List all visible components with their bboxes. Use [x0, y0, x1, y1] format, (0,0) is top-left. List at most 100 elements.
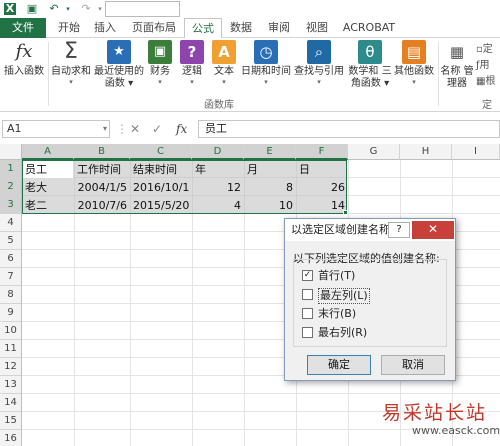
- right-column-label: 最右列(R): [318, 326, 368, 339]
- cell-e2[interactable]: 8: [245, 179, 295, 196]
- create-from-selection-item[interactable]: ▦根: [476, 74, 495, 90]
- financial-label: 财务: [150, 66, 170, 77]
- tab-review[interactable]: 审阅: [262, 18, 296, 38]
- tab-formulas[interactable]: 公式: [184, 18, 222, 39]
- cell-d1[interactable]: 年: [193, 161, 243, 178]
- text-button[interactable]: A 文本 ▾: [210, 40, 238, 87]
- chevron-down-icon: ▾: [264, 78, 268, 86]
- formula-input[interactable]: 员工: [198, 120, 500, 138]
- enter-icon[interactable]: ✓: [152, 120, 162, 138]
- lookup-reference-button[interactable]: ⌕ 查找与引用 ▾: [292, 40, 346, 87]
- checkbox-box[interactable]: [302, 308, 313, 319]
- column-header-e[interactable]: E: [244, 144, 296, 160]
- row-header-12[interactable]: 12: [0, 358, 22, 376]
- cell-d3[interactable]: 4: [193, 197, 243, 214]
- row-header-9[interactable]: 9: [0, 304, 22, 322]
- row-header-6[interactable]: 6: [0, 250, 22, 268]
- row-header-1[interactable]: 1: [0, 160, 22, 178]
- row-header-5[interactable]: 5: [0, 232, 22, 250]
- row-header-7[interactable]: 7: [0, 268, 22, 286]
- column-header-b[interactable]: B: [74, 144, 130, 160]
- row-header-14[interactable]: 14: [0, 394, 22, 412]
- sigma-icon: Σ: [64, 39, 78, 64]
- cell-e1[interactable]: 月: [245, 161, 295, 178]
- column-header-f[interactable]: F: [296, 144, 348, 160]
- row-header-13[interactable]: 13: [0, 376, 22, 394]
- text-label: 文本: [214, 66, 234, 77]
- cell-c2[interactable]: 2016/10/1: [131, 179, 191, 196]
- cell-a1[interactable]: 员工: [23, 161, 73, 178]
- ok-button[interactable]: 确定: [307, 355, 371, 375]
- column-header-i[interactable]: I: [452, 144, 500, 160]
- math-trig-button[interactable]: θ 数学和 三角函数 ▾: [348, 40, 392, 90]
- chevron-down-icon: ▾: [158, 78, 162, 86]
- cell-f2[interactable]: 26: [297, 179, 347, 196]
- column-header-g[interactable]: G: [348, 144, 400, 160]
- cell-f3[interactable]: 14: [297, 197, 347, 214]
- row-header-16[interactable]: 16: [0, 430, 22, 446]
- cancel-icon[interactable]: ✕: [130, 120, 140, 138]
- name-box[interactable]: A1 ▾: [2, 120, 110, 138]
- cancel-button[interactable]: 取消: [381, 355, 445, 375]
- cell-d2[interactable]: 12: [193, 179, 243, 196]
- cell-a2[interactable]: 老大: [23, 179, 73, 196]
- use-in-formula-label: 用: [479, 60, 490, 71]
- recently-used-button[interactable]: ★ 最近使用的 函数 ▾: [92, 40, 146, 90]
- tab-home[interactable]: 开始: [52, 18, 86, 38]
- date-time-button[interactable]: ◷ 日期和时间 ▾: [240, 40, 292, 87]
- chevron-down-icon[interactable]: ▾: [103, 121, 107, 137]
- row-header-11[interactable]: 11: [0, 340, 22, 358]
- create-names-dialog: 以选定区域创建名称 ? ✕ 以下列选定区域的值创建名称: ✓ 首行(T) 最左列…: [284, 218, 456, 381]
- row-header-15[interactable]: 15: [0, 412, 22, 430]
- tab-insert[interactable]: 插入: [88, 18, 122, 38]
- select-all-corner[interactable]: [0, 144, 22, 160]
- checkbox-box[interactable]: [302, 289, 313, 300]
- autosum-button[interactable]: Σ 自动求和 ▾: [50, 40, 92, 87]
- row-header-3[interactable]: 3: [0, 196, 22, 214]
- cell-b1[interactable]: 工作时间: [75, 161, 129, 178]
- close-button[interactable]: ✕: [412, 221, 454, 239]
- use-in-formula-item[interactable]: ƒ用: [476, 58, 495, 74]
- undo-dropdown-icon[interactable]: ▾: [62, 3, 74, 15]
- column-header-d[interactable]: D: [192, 144, 244, 160]
- tab-acrobat[interactable]: ACROBAT: [338, 18, 400, 38]
- redo-icon[interactable]: ↷: [80, 3, 92, 15]
- define-name-menu[interactable]: ▫定 ƒ用 ▦根: [476, 42, 495, 90]
- save-icon[interactable]: ▣: [26, 3, 38, 15]
- help-button[interactable]: ?: [388, 222, 410, 238]
- fx-icon: fx: [15, 41, 33, 62]
- ribbon-formulas: fx 插入函数 Σ 自动求和 ▾ ★ 最近使用的 函数 ▾ ▣ 财务 ▾ ? 逻…: [0, 38, 500, 126]
- cell-e3[interactable]: 10: [245, 197, 295, 214]
- theta-book-icon: θ: [358, 40, 382, 64]
- logical-button[interactable]: ? 逻辑 ▾: [178, 40, 206, 87]
- row-header-8[interactable]: 8: [0, 286, 22, 304]
- row-header-2[interactable]: 2: [0, 178, 22, 196]
- qat-input-box[interactable]: [105, 1, 180, 17]
- lookup-reference-label: 查找与引用: [294, 66, 344, 77]
- tab-file[interactable]: 文件: [0, 18, 46, 38]
- column-header-h[interactable]: H: [400, 144, 452, 160]
- cell-c1[interactable]: 结束时间: [131, 161, 191, 178]
- column-header-c[interactable]: C: [130, 144, 192, 160]
- logical-label: 逻辑: [182, 66, 202, 77]
- row-header-10[interactable]: 10: [0, 322, 22, 340]
- row-header-4[interactable]: 4: [0, 214, 22, 232]
- define-name-item[interactable]: ▫定: [476, 42, 495, 58]
- undo-icon[interactable]: ↶: [48, 3, 60, 15]
- cell-a3[interactable]: 老二: [23, 197, 73, 214]
- more-functions-button[interactable]: ▤ 其他函数 ▾: [392, 40, 436, 87]
- checkmark-icon[interactable]: ✓: [302, 270, 313, 281]
- tab-view[interactable]: 视图: [300, 18, 334, 38]
- tab-data[interactable]: 数据: [224, 18, 258, 38]
- column-header-a[interactable]: A: [22, 144, 74, 160]
- checkbox-box[interactable]: [302, 327, 313, 338]
- cell-f1[interactable]: 日: [297, 161, 347, 178]
- cell-c3[interactable]: 2015/5/20: [131, 197, 191, 214]
- cell-b2[interactable]: 2004/1/5: [75, 179, 129, 196]
- name-manager-button[interactable]: ▦ 名称 管理器: [440, 40, 474, 90]
- financial-button[interactable]: ▣ 财务 ▾: [146, 40, 174, 87]
- insert-function-button[interactable]: fx 插入函数: [2, 40, 46, 78]
- insert-function-icon[interactable]: fx: [176, 120, 187, 138]
- cell-b3[interactable]: 2010/7/6: [75, 197, 129, 214]
- tab-page-layout[interactable]: 页面布局: [126, 18, 182, 38]
